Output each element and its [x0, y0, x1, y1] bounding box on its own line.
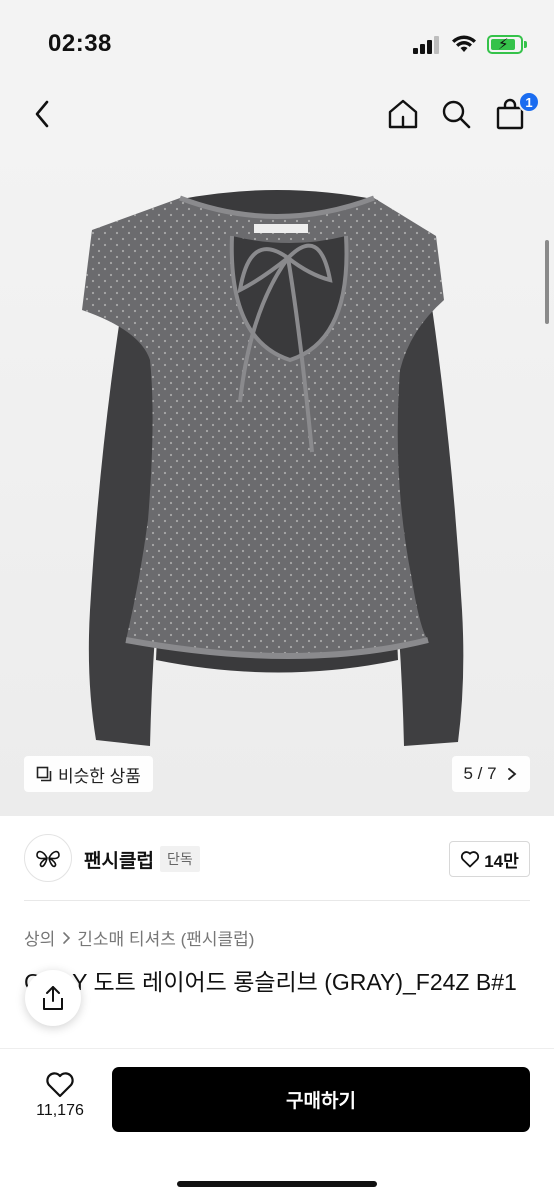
back-button[interactable] — [20, 88, 64, 140]
chevron-left-icon — [35, 100, 49, 128]
home-indicator — [177, 1181, 377, 1187]
bottom-action-bar: 11,176 구매하기 — [0, 1048, 554, 1200]
wishlist-button[interactable]: 11,176 — [22, 1071, 98, 1133]
battery-icon: ⚡ — [487, 35, 523, 54]
home-icon — [388, 99, 418, 129]
brand-name[interactable]: 팬시클럽 — [84, 846, 154, 873]
breadcrumb-item-subcategory[interactable]: 긴소매 티셔츠 (팬시클럽) — [77, 925, 254, 950]
status-time: 02:38 — [48, 30, 112, 57]
nav-bar: 1 — [0, 88, 554, 140]
exclusive-badge: 단독 — [160, 846, 200, 872]
wifi-icon — [452, 35, 476, 52]
similar-products-label: 비슷한 상품 — [58, 766, 141, 786]
brand-logo[interactable] — [24, 834, 72, 882]
wishlist-count: 11,176 — [36, 1102, 84, 1119]
product-title: GRAY 도트 레이어드 롱슬리브 (GRAY)_F24Z B#1 — [24, 969, 517, 995]
chevron-right-icon — [63, 931, 71, 944]
heart-icon — [46, 1072, 74, 1098]
battery-cap — [524, 41, 527, 48]
image-page-counter[interactable]: 5 / 7 — [452, 756, 530, 792]
product-photo — [82, 190, 464, 746]
brand-row: 팬시클럽 단독 14만 — [0, 832, 554, 884]
page-counter-text: 5 / 7 — [463, 764, 497, 783]
search-button[interactable] — [434, 88, 478, 140]
brand-like-button[interactable]: 14만 — [449, 841, 530, 877]
copy-icon — [36, 766, 52, 782]
cart-button[interactable]: 1 — [488, 88, 540, 140]
buy-button[interactable]: 구매하기 — [112, 1067, 530, 1132]
brand-logo-icon — [36, 850, 60, 868]
home-button[interactable] — [381, 88, 425, 140]
similar-products-button[interactable]: 비슷한 상품 — [24, 756, 153, 792]
heart-icon — [461, 851, 480, 868]
cellular-signal-icon — [413, 36, 441, 54]
share-button[interactable] — [25, 970, 81, 1026]
divider — [24, 900, 530, 901]
status-bar: 02:38 ⚡ — [0, 0, 554, 88]
search-icon — [442, 100, 471, 129]
cart-count-badge: 1 — [518, 91, 540, 113]
brand-like-count: 14만 — [484, 851, 519, 871]
chevron-right-icon — [507, 768, 516, 780]
share-icon — [43, 986, 63, 1010]
breadcrumb: 상의 긴소매 티셔츠 (팬시클럽) — [24, 925, 254, 950]
product-image-carousel[interactable]: 비슷한 상품 5 / 7 — [0, 140, 554, 816]
breadcrumb-item-category[interactable]: 상의 — [24, 925, 55, 950]
